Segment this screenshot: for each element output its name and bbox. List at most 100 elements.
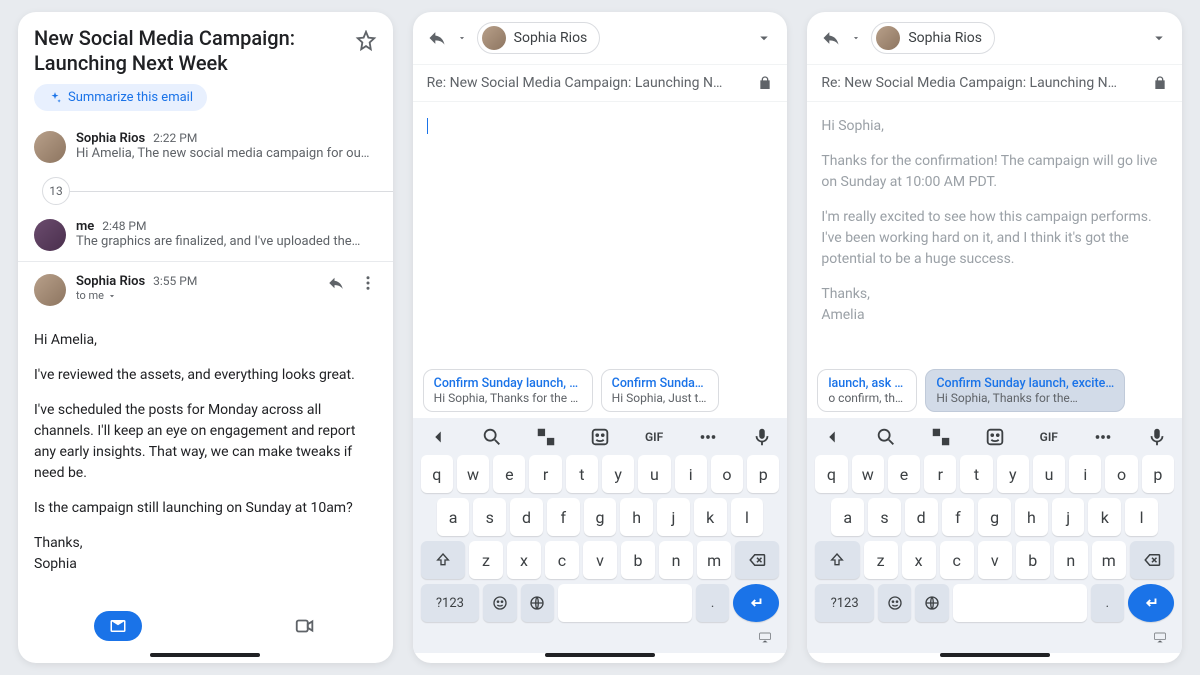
key-i[interactable]: i [1069,455,1101,493]
key-numbers[interactable]: ?123 [421,584,480,622]
smart-reply-suggestion[interactable]: Confirm Sunday la Hi Sophia, Just to c [601,369,719,412]
mail-tab[interactable] [94,611,142,641]
back-icon[interactable] [427,28,447,48]
key-k[interactable]: k [694,498,727,536]
search-icon[interactable] [875,426,897,448]
key-space[interactable] [558,584,692,622]
key-v[interactable]: v [583,541,617,579]
key-q[interactable]: q [815,455,847,493]
recipient-line[interactable]: to me [76,289,197,302]
key-a[interactable]: a [437,498,470,536]
key-j[interactable]: j [1052,498,1085,536]
translate-icon[interactable] [535,426,557,448]
more-icon[interactable] [359,274,377,292]
key-space[interactable] [953,584,1087,622]
smart-reply-suggestion-selected[interactable]: Confirm Sunday launch, excited. Hi Sophi… [925,369,1125,412]
key-d[interactable]: d [510,498,543,536]
key-w[interactable]: w [457,455,489,493]
key-period[interactable]: . [1091,584,1124,622]
key-language[interactable] [521,584,554,622]
expand-recipients-icon[interactable] [1150,29,1168,47]
key-x[interactable]: x [507,541,541,579]
key-period[interactable]: . [696,584,729,622]
key-c[interactable]: c [940,541,974,579]
mic-icon[interactable] [1146,426,1168,448]
key-l[interactable]: l [1125,498,1158,536]
collapsed-count[interactable]: 13 [18,177,393,205]
key-o[interactable]: o [1105,455,1137,493]
smart-reply-suggestion[interactable]: launch, ask goals o confirm, the… [817,369,917,412]
key-t[interactable]: t [566,455,598,493]
key-c[interactable]: c [545,541,579,579]
key-r[interactable]: r [529,455,561,493]
home-indicator[interactable] [545,653,655,657]
key-i[interactable]: i [675,455,707,493]
key-enter[interactable] [733,584,779,622]
gif-button[interactable]: GIF [643,426,665,448]
key-z[interactable]: z [469,541,503,579]
key-enter[interactable] [1128,584,1174,622]
key-u[interactable]: u [638,455,670,493]
key-emoji[interactable] [878,584,911,622]
key-backspace[interactable] [735,541,779,579]
home-indicator[interactable] [940,653,1050,657]
back-icon[interactable] [821,28,841,48]
home-indicator[interactable] [150,653,260,657]
key-m[interactable]: m [1092,541,1126,579]
key-s[interactable]: s [473,498,506,536]
more-icon[interactable] [1092,426,1114,448]
smart-reply-suggestion[interactable]: Confirm Sunday launch, sugge… Hi Sophia,… [423,369,593,412]
key-e[interactable]: e [493,455,525,493]
key-y[interactable]: y [602,455,634,493]
kbd-back-icon[interactable] [821,426,843,448]
key-b[interactable]: b [621,541,655,579]
key-n[interactable]: n [1054,541,1088,579]
key-a[interactable]: a [831,498,864,536]
key-d[interactable]: d [905,498,938,536]
key-z[interactable]: z [864,541,898,579]
gif-button[interactable]: GIF [1038,426,1060,448]
reply-icon[interactable] [327,274,345,292]
key-shift[interactable] [815,541,859,579]
key-y[interactable]: y [997,455,1029,493]
key-e[interactable]: e [888,455,920,493]
key-numbers[interactable]: ?123 [815,584,874,622]
key-b[interactable]: b [1016,541,1050,579]
kbd-back-icon[interactable] [427,426,449,448]
more-icon[interactable] [697,426,719,448]
key-g[interactable]: g [978,498,1011,536]
key-p[interactable]: p [1142,455,1174,493]
key-v[interactable]: v [978,541,1012,579]
recipient-chip[interactable]: Sophia Rios [871,22,995,54]
sticker-icon[interactable] [984,426,1006,448]
star-icon[interactable] [355,30,377,52]
expand-recipients-icon[interactable] [755,29,773,47]
keyboard-collapse-icon[interactable] [1152,629,1168,645]
key-f[interactable]: f [942,498,975,536]
compose-body[interactable] [413,102,788,363]
recipient-chip[interactable]: Sophia Rios [477,22,601,54]
compose-body[interactable]: Hi Sophia, Thanks for the confirmation! … [807,102,1182,363]
key-h[interactable]: h [620,498,653,536]
search-icon[interactable] [481,426,503,448]
key-j[interactable]: j [657,498,690,536]
key-f[interactable]: f [547,498,580,536]
key-x[interactable]: x [902,541,936,579]
chevron-down-icon[interactable] [457,33,467,43]
key-g[interactable]: g [584,498,617,536]
key-backspace[interactable] [1130,541,1174,579]
subject-field[interactable]: Re: New Social Media Campaign: Launching… [427,75,750,91]
key-s[interactable]: s [868,498,901,536]
key-u[interactable]: u [1033,455,1065,493]
key-r[interactable]: r [924,455,956,493]
key-language[interactable] [915,584,948,622]
message-collapsed[interactable]: me 2:48 PM The graphics are finalized, a… [18,209,393,261]
key-m[interactable]: m [697,541,731,579]
key-p[interactable]: p [747,455,779,493]
summarize-chip[interactable]: Summarize this email [34,84,207,111]
key-k[interactable]: k [1088,498,1121,536]
key-t[interactable]: t [960,455,992,493]
message-collapsed[interactable]: Sophia Rios 2:22 PM Hi Amelia, The new s… [18,121,393,173]
key-o[interactable]: o [711,455,743,493]
key-emoji[interactable] [483,584,516,622]
